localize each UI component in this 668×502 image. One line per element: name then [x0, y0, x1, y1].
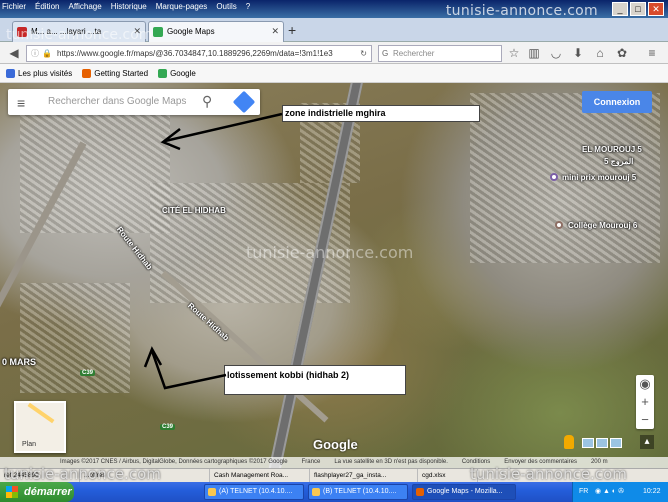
menu-bar: Fichier Édition Affichage Historique Mar…	[2, 2, 250, 11]
menu-help[interactable]: ?	[246, 2, 250, 11]
minimize-button[interactable]: _	[612, 2, 628, 16]
tray-icons[interactable]: ◉ ▲ ◐ ✇	[595, 482, 624, 502]
menu-marque-pages[interactable]: Marque-pages	[156, 2, 208, 11]
taskbar: démarrer (A) TELNET (10.4.10.... (B) TEL…	[0, 482, 668, 502]
url-bar[interactable]: ⓘ 🔒 https://www.google.fr/maps/@36.70348…	[26, 45, 372, 62]
navigation-bar: ◀ ⓘ 🔒 https://www.google.fr/maps/@36.703…	[0, 42, 668, 64]
road-badge-c39: C39	[80, 370, 96, 376]
place-el-mourouj[interactable]: EL MOUROUJ 5	[582, 145, 642, 154]
search-engine-icon: G	[382, 49, 389, 58]
title-bar: Fichier Édition Affichage Historique Mar…	[0, 0, 668, 19]
preview-item[interactable]: flashplayer27_ga_insta...	[310, 469, 418, 482]
new-tab-icon[interactable]: +	[288, 22, 296, 38]
annotation-arrows	[143, 112, 283, 390]
bookmark-folder-icon	[6, 68, 15, 78]
menu-edition[interactable]: Édition	[35, 2, 59, 11]
system-tray: FR ◉ ▲ ◐ ✇ 10:22	[572, 482, 668, 502]
tab-bar: M... a... ...layari ...ta ✕ Google Maps …	[0, 18, 668, 43]
thumb[interactable]	[596, 438, 608, 448]
start-button[interactable]: démarrer	[0, 482, 74, 502]
my-location-icon[interactable]: ◉	[636, 375, 654, 393]
bookmark-google[interactable]: Google	[158, 68, 196, 78]
arrow-line	[150, 350, 227, 390]
reload-icon[interactable]: ↻	[360, 46, 367, 61]
thumb[interactable]	[610, 438, 622, 448]
arrow-head	[143, 346, 163, 368]
expand-icon[interactable]: ▴	[640, 435, 654, 449]
place-mars[interactable]: 0 MARS	[2, 357, 36, 367]
browser-search-placeholder: Rechercher	[393, 49, 435, 58]
tab-close-icon[interactable]: ✕	[271, 22, 279, 41]
maps-favicon-icon	[153, 27, 163, 37]
watermark-top-left: tunisie-annonce.com	[6, 27, 153, 43]
google-logo: Google	[313, 437, 358, 452]
preview-item[interactable]: cgd.xlsx	[418, 469, 478, 482]
menu-fichier[interactable]: Fichier	[2, 2, 26, 11]
library-icon[interactable]: ▥	[526, 45, 542, 61]
maximize-button[interactable]: □	[630, 2, 646, 16]
extension-icon[interactable]: ✿	[614, 45, 630, 61]
taskbar-item-firefox[interactable]: Google Maps - Mozilla...	[412, 484, 516, 500]
close-button[interactable]: ✕	[648, 2, 664, 16]
place-college[interactable]: Collège Mourouj 6	[568, 221, 637, 230]
telnet-icon	[312, 488, 320, 496]
shop-pin-icon[interactable]	[550, 173, 558, 181]
preview-item[interactable]: Cash Management Roa...	[210, 469, 310, 482]
language-indicator[interactable]: FR	[579, 482, 588, 502]
zoom-controls: ◉ + −	[636, 375, 654, 429]
imagery-thumbnails[interactable]	[582, 438, 622, 448]
plan-road-icon	[27, 402, 55, 424]
windows-flag-icon	[6, 486, 18, 498]
back-icon[interactable]: ◀	[6, 45, 22, 61]
info-icon[interactable]: ⓘ	[31, 46, 39, 61]
menu-affichage[interactable]: Affichage	[68, 2, 101, 11]
school-pin-icon[interactable]	[555, 221, 563, 229]
thumb[interactable]	[582, 438, 594, 448]
bookmark-getting-started[interactable]: Getting Started	[82, 68, 148, 78]
firefox-icon	[416, 488, 424, 496]
lock-icon[interactable]: 🔒	[42, 46, 52, 61]
menu-hamburger-icon[interactable]: ≡	[644, 45, 660, 61]
taskbar-item-telnet-a[interactable]: (A) TELNET (10.4.10....	[204, 484, 304, 500]
place-mourouj-arabic: المروج 5	[604, 157, 634, 166]
watermark-middle: tunisie-annonce.com	[246, 243, 414, 262]
firefox-icon	[82, 68, 92, 78]
plan-label: Plan	[22, 441, 37, 448]
road-badge-c39: C39	[160, 424, 176, 430]
tab-label: Google Maps	[167, 27, 215, 36]
pocket-icon[interactable]: ◡	[548, 45, 564, 61]
satellite-map[interactable]: ≡ Rechercher dans Google Maps ⚲ Connexio…	[0, 83, 668, 468]
watermark-bottom-right: tunisie-annonce.com	[470, 465, 627, 483]
place-cite-hidhab[interactable]: CITÉ EL HIDHAB	[162, 206, 226, 215]
menu-outils[interactable]: Outils	[216, 2, 236, 11]
zoom-in-button[interactable]: +	[636, 393, 654, 411]
tab-google-maps[interactable]: Google Maps ✕	[148, 21, 284, 42]
menu-historique[interactable]: Historique	[111, 2, 147, 11]
place-mini-prix[interactable]: mini prix mourouj 5	[562, 173, 636, 182]
google-icon	[158, 68, 168, 78]
browser-search-box[interactable]: G Rechercher	[378, 45, 502, 62]
watermark-top: tunisie-annonce.com	[445, 3, 598, 19]
window-controls: _ □ ✕	[612, 2, 664, 16]
pegman-icon[interactable]	[564, 435, 574, 449]
watermark-bottom-left: tunisie-annonce.com	[4, 465, 161, 483]
zoom-out-button[interactable]: −	[636, 411, 654, 429]
bookmarks-bar: Les plus visités Getting Started Google	[0, 64, 668, 83]
map-type-toggle[interactable]: Plan	[14, 401, 66, 453]
taskbar-item-telnet-b[interactable]: (B) TELNET (10.4.10....	[308, 484, 408, 500]
url-text: https://www.google.fr/maps/@36.7034847,1…	[57, 49, 333, 58]
home-icon[interactable]: ⌂	[592, 45, 608, 61]
download-icon[interactable]: ⬇	[570, 45, 586, 61]
arrow-line	[164, 112, 283, 143]
clock[interactable]: 10:22	[643, 482, 661, 502]
bookmark-most-visited[interactable]: Les plus visités	[6, 68, 72, 78]
bookmark-star-icon[interactable]: ☆	[506, 45, 522, 61]
telnet-icon	[208, 488, 216, 496]
